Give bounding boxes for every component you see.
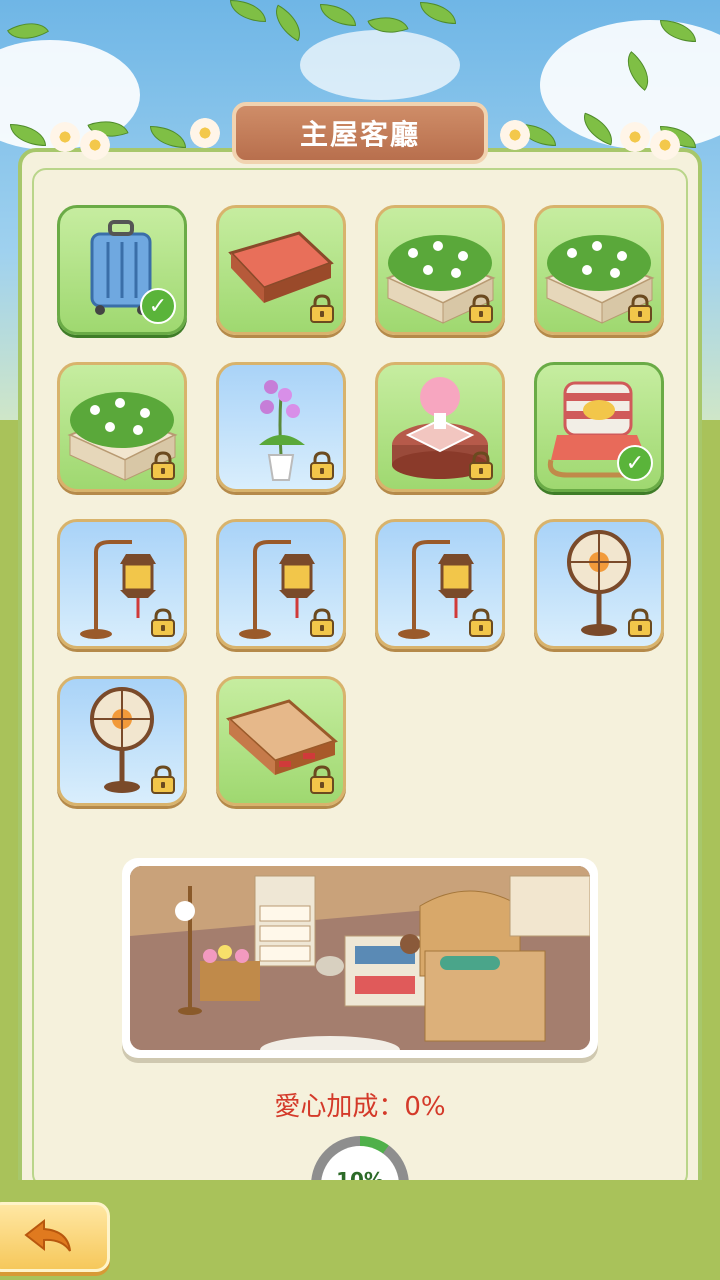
- checkmark-icon: ✓: [140, 288, 176, 324]
- furniture-item-flower-planter[interactable]: [375, 205, 505, 335]
- room-preview-image: [130, 866, 590, 1050]
- furniture-item-orchid-vase[interactable]: [216, 362, 346, 492]
- padlock-icon: [469, 608, 493, 637]
- furniture-item-lantern-stand[interactable]: [216, 519, 346, 649]
- back-arrow-icon: [24, 1218, 71, 1252]
- furniture-item-wooden-sofa[interactable]: [216, 205, 346, 335]
- back-button[interactable]: [0, 1202, 110, 1272]
- furniture-item-flower-planter[interactable]: [534, 205, 664, 335]
- padlock-icon: [151, 451, 175, 480]
- room-title: 主屋客廳: [232, 102, 488, 164]
- padlock-icon: [310, 608, 334, 637]
- furniture-item-striped-armchair[interactable]: ✓: [534, 362, 664, 492]
- padlock-icon: [310, 451, 334, 480]
- checkmark-icon: ✓: [617, 445, 653, 481]
- padlock-icon: [151, 608, 175, 637]
- furniture-item-standing-fan[interactable]: [534, 519, 664, 649]
- padlock-icon: [310, 294, 334, 323]
- love-bonus-text: 愛心加成：0%: [274, 1092, 446, 1122]
- room-preview: [122, 858, 598, 1058]
- padlock-icon: [469, 451, 493, 480]
- furniture-item-low-wooden-bench[interactable]: [216, 676, 346, 806]
- furniture-item-lantern-stand[interactable]: [57, 519, 187, 649]
- furniture-item-standing-fan[interactable]: [57, 676, 187, 806]
- padlock-icon: [151, 765, 175, 794]
- furniture-item-blue-suitcase[interactable]: ✓: [57, 205, 187, 335]
- furniture-item-round-table-with-flowers[interactable]: [375, 362, 505, 492]
- padlock-icon: [310, 765, 334, 794]
- padlock-icon: [628, 608, 652, 637]
- padlock-icon: [628, 294, 652, 323]
- furniture-item-lantern-stand[interactable]: [375, 519, 505, 649]
- furniture-item-flower-planter[interactable]: [57, 362, 187, 492]
- padlock-icon: [469, 294, 493, 323]
